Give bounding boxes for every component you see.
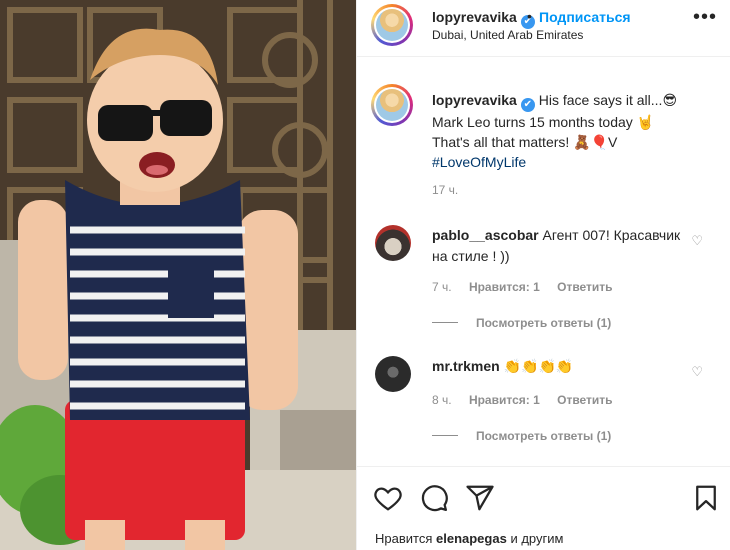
author-username[interactable]: lopyrevavika ✔ [432, 9, 535, 29]
comment-meta: 8 ч. Нравится: 1 Ответить [432, 393, 627, 407]
post-photo[interactable] [0, 0, 356, 550]
caption-line-3: That's all that matters! 🧸🎈V [432, 134, 618, 150]
comment-text: pablo__ascobar Агент 007! Красавчик на с… [432, 225, 692, 267]
caption-line-1: His face says it all...😎 [538, 92, 678, 108]
heart-icon[interactable] [373, 483, 403, 513]
comment-likes[interactable]: Нравится: 1 [469, 393, 540, 407]
comment-icon[interactable] [419, 483, 449, 513]
comment-time[interactable]: 7 ч. [432, 280, 452, 294]
commenter-username[interactable]: mr.trkmen [432, 358, 500, 374]
comment-text: mr.trkmen 👏👏👏👏 [432, 356, 692, 377]
caption-line-2: Mark Leo turns 15 months today 🤘 [432, 114, 655, 130]
comment-heart-icon[interactable]: ♡ [691, 364, 703, 380]
view-replies-button[interactable]: Посмотреть ответы (1) [432, 316, 611, 330]
actions-bar: Нравится elenapegas и другим [357, 466, 730, 550]
photo-toddler-in-sunglasses [0, 0, 356, 550]
likes-summary: Нравится elenapegas и другим [375, 531, 563, 546]
likes-suffix[interactable]: и другим [510, 531, 563, 546]
follow-button[interactable]: Подписаться [539, 9, 631, 25]
separator-dot: • [527, 8, 532, 24]
comment-time[interactable]: 8 ч. [432, 393, 452, 407]
replies-dash [432, 322, 458, 323]
reply-button[interactable]: Ответить [557, 393, 612, 407]
comment-body: 👏👏👏👏 [503, 358, 574, 374]
caption-author-username[interactable]: lopyrevavika [432, 92, 517, 108]
reply-button[interactable]: Ответить [557, 280, 612, 294]
more-horizontal-icon[interactable]: ••• [693, 7, 717, 27]
likes-prefix: Нравится [375, 531, 433, 546]
caption-text: lopyrevavika ✔ His face says it all...😎 M… [432, 90, 722, 172]
share-icon[interactable] [465, 483, 495, 513]
commenter-username[interactable]: pablo__ascobar [432, 227, 539, 243]
bookmark-icon[interactable] [691, 483, 721, 513]
author-avatar[interactable] [371, 4, 413, 46]
likes-user-link[interactable]: elenapegas [436, 531, 507, 546]
caption-timestamp[interactable]: 17 ч. [432, 183, 458, 197]
location-link[interactable]: Dubai, United Arab Emirates [432, 28, 583, 42]
post-header: lopyrevavika ✔ • Подписаться Dubai, Unite… [357, 0, 730, 57]
replies-dash [432, 435, 458, 436]
post-side-panel: lopyrevavika ✔ • Подписаться Dubai, Unite… [356, 0, 730, 550]
comment-heart-icon[interactable]: ♡ [691, 233, 703, 249]
hashtag-link[interactable]: #LoveOfMyLife [432, 152, 722, 172]
comment-likes[interactable]: Нравится: 1 [469, 280, 540, 294]
verified-badge-icon: ✔ [520, 98, 535, 112]
commenter-avatar[interactable] [375, 356, 411, 392]
caption-author-avatar[interactable] [371, 84, 413, 126]
commenter-avatar[interactable] [375, 225, 411, 261]
view-replies-button[interactable]: Посмотреть ответы (1) [432, 429, 611, 443]
comment-meta: 7 ч. Нравится: 1 Ответить [432, 280, 627, 294]
